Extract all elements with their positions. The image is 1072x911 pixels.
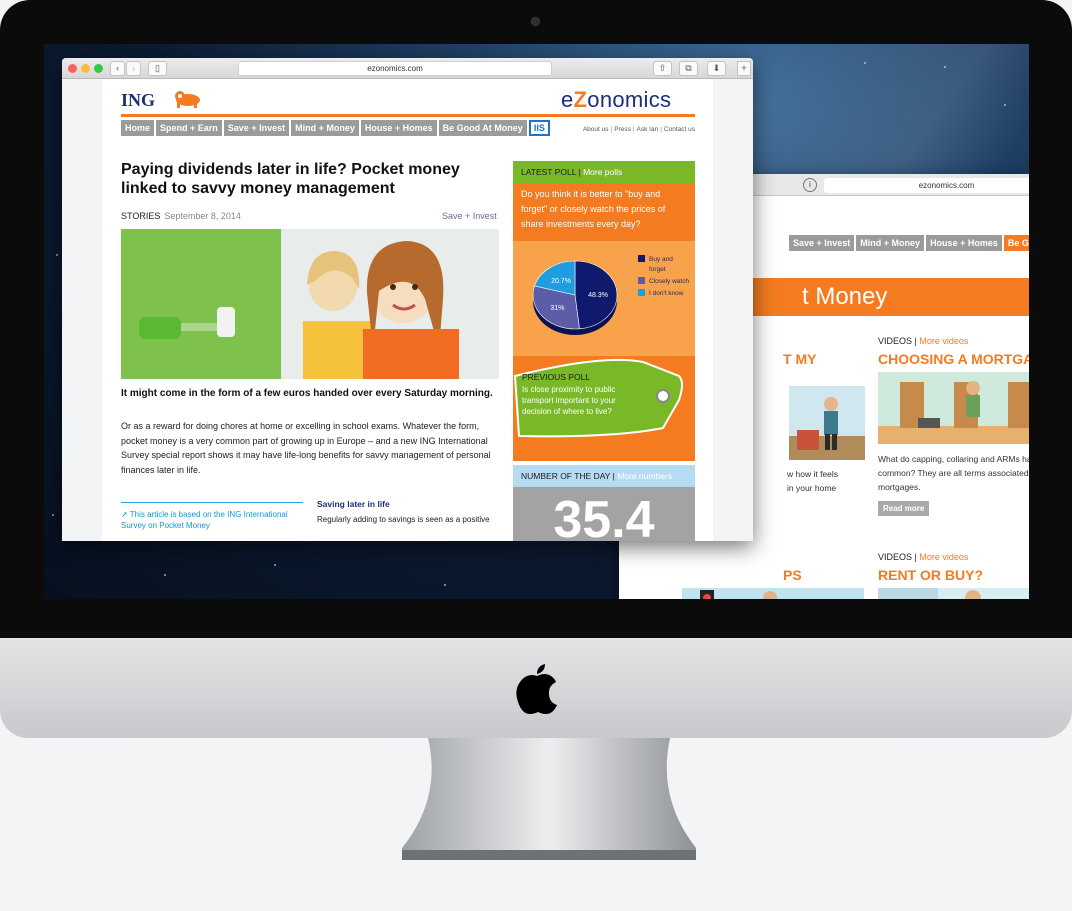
forward-arrow-icon[interactable]: › — [126, 61, 141, 76]
legend-label: I don't know — [649, 290, 684, 297]
ezonomics-logo[interactable]: eZonomics — [561, 87, 671, 113]
new-tab-icon[interactable]: + — [737, 61, 751, 76]
minimize-window-icon[interactable] — [81, 64, 90, 73]
back-nav-item[interactable]: Save + Invest — [789, 235, 855, 251]
more-polls-link[interactable]: More polls — [583, 167, 622, 177]
more-videos-link[interactable]: More videos — [919, 336, 968, 346]
article-meta: STORIES September 8, 2014 — [121, 211, 241, 221]
legend-label: Buy and — [649, 256, 673, 263]
ing-logo[interactable]: ING — [121, 90, 155, 111]
pie-slice-label: 48.3% — [588, 292, 608, 299]
nav-home[interactable]: Home — [121, 120, 155, 136]
legend-label: forget — [649, 266, 666, 273]
aside-title[interactable]: Saving later in life — [317, 499, 390, 509]
video-thumb-mortgage[interactable] — [878, 372, 1029, 444]
utility-links: About us | Press | Ask Ian | Contact us — [582, 126, 695, 133]
main-nav: Home Spend + Earn Save + Invest Mind + M… — [121, 120, 550, 136]
number-of-day-header: NUMBER OF THE DAY | More numbers — [513, 465, 695, 487]
video-desc-1: What do capping, collaring and ARMs have… — [878, 454, 1029, 492]
browser-window[interactable]: ‹ › ▯ i ezonomics.com ⇧ ⧉ ⬇ + ING eZonom… — [62, 58, 753, 541]
about-us-link[interactable]: About us — [583, 126, 609, 133]
downloads-icon[interactable]: ⬇ — [707, 61, 726, 76]
article-hero-image — [121, 229, 499, 379]
web-page: ING eZonomics Home Spend + Earn Save + I… — [102, 79, 713, 541]
related-divider — [121, 502, 303, 503]
lion-logo-icon — [175, 91, 200, 108]
header-rule — [121, 114, 695, 117]
article-type[interactable]: STORIES — [121, 211, 160, 221]
desktop-screen: i ezonomics.com Save + Invest Mind + Mon… — [44, 44, 1029, 599]
article-body: Or as a reward for doing chores at home … — [121, 421, 491, 475]
article-headline: Paying dividends later in life? Pocket m… — [121, 161, 460, 197]
nav-save-invest[interactable]: Save + Invest — [223, 120, 290, 136]
camera-icon — [531, 17, 540, 26]
imac-stand — [402, 738, 696, 860]
back-left-thumb-2[interactable] — [682, 588, 864, 599]
article-date: September 8, 2014 — [164, 211, 241, 221]
maximize-window-icon[interactable] — [94, 64, 103, 73]
back-left-text-2: in your home — [787, 483, 837, 493]
legend-label: Closely watch — [649, 278, 689, 285]
back-left-thumb[interactable] — [789, 386, 865, 460]
more-videos-link-2[interactable]: More videos — [919, 552, 968, 562]
poll-chart: 48.3% 31% 20.7% Buy and forget Closely watch… — [513, 241, 695, 356]
nav-iis[interactable]: IIS — [528, 120, 550, 136]
reader-icon[interactable]: i — [803, 178, 817, 192]
video-label-2: VIDEOS | More videos — [878, 552, 969, 562]
legend-swatch — [638, 255, 645, 262]
number-of-day-label: NUMBER OF THE DAY — [521, 471, 611, 481]
video-title-2[interactable]: RENT OR BUY? — [878, 567, 983, 583]
previous-poll-label: PREVIOUS POLL — [522, 372, 591, 382]
back-left-title-2[interactable]: PS — [783, 567, 802, 583]
back-nav-item[interactable]: Mind + Money — [856, 235, 925, 251]
back-left-text-1: w how it feels — [787, 469, 839, 479]
poll-question[interactable]: Do you think it is better to "buy and fo… — [513, 183, 695, 241]
poll-pie-chart: 48.3% 31% 20.7% Buy and forget Closely watch… — [532, 255, 689, 335]
read-more-button[interactable]: Read more — [878, 501, 930, 516]
nav-be-good-at-money[interactable]: Be Good At Money — [438, 120, 527, 136]
close-window-icon[interactable] — [68, 64, 77, 73]
pie-slice-label: 20.7% — [551, 278, 571, 285]
link-arrow-icon: ➚ — [121, 510, 130, 519]
back-left-title[interactable]: T MY — [783, 351, 816, 367]
tabs-icon[interactable]: ⧉ — [679, 61, 698, 76]
legend-swatch — [638, 289, 645, 296]
video-title-1[interactable]: CHOOSING A MORTGAGE — [878, 351, 1029, 367]
browser-toolbar: ‹ › ▯ i ezonomics.com ⇧ ⧉ ⬇ + — [62, 58, 753, 79]
contact-us-link[interactable]: Contact us — [664, 126, 695, 133]
previous-poll-question: Is close proximity to public transport i… — [522, 385, 616, 416]
article-section-link[interactable]: Save + Invest — [442, 211, 497, 221]
previous-poll-panel[interactable]: PREVIOUS POLL Is close proximity to publ… — [513, 356, 695, 461]
back-arrow-icon[interactable]: ‹ — [110, 61, 125, 76]
aside-text: Regularly adding to savings is seen as a… — [317, 515, 490, 524]
address-bar[interactable]: ezonomics.com — [238, 61, 552, 76]
pie-slice-label: 31% — [550, 305, 564, 312]
address-url: ezonomics.com — [367, 64, 423, 73]
latest-poll-label: LATEST POLL — [521, 167, 577, 177]
article-lead: It might come in the form of a few euros… — [121, 388, 493, 399]
press-link[interactable]: Press — [614, 126, 631, 133]
number-of-day-value: 35.4 — [513, 487, 695, 541]
nav-mind-money[interactable]: Mind + Money — [291, 120, 359, 136]
video-label-1: VIDEOS | More videos — [878, 336, 969, 346]
related-article-link[interactable]: ➚ This article is based on the ING Inter… — [121, 509, 301, 531]
nav-spend-earn[interactable]: Spend + Earn — [156, 120, 222, 136]
share-icon[interactable]: ⇧ — [653, 61, 672, 76]
legend-swatch — [638, 277, 645, 284]
back-nav-item[interactable]: House + Homes — [926, 235, 1002, 251]
ask-ian-link[interactable]: Ask Ian — [637, 126, 659, 133]
back-nav-item-active[interactable]: Be Good At Mo — [1003, 235, 1029, 251]
nav-house-homes[interactable]: House + Homes — [360, 120, 437, 136]
apple-logo-icon — [516, 664, 557, 714]
back-nav: Save + Invest Mind + Money House + Homes… — [789, 235, 1029, 251]
video-thumb-rent-or-buy[interactable] — [878, 588, 1029, 599]
latest-poll-header: LATEST POLL | More polls — [513, 161, 695, 183]
sidebar-icon[interactable]: ▯ — [148, 61, 167, 76]
more-numbers-link[interactable]: More numbers — [617, 471, 672, 481]
back-address-bar[interactable]: ezonomics.com — [824, 178, 1029, 193]
